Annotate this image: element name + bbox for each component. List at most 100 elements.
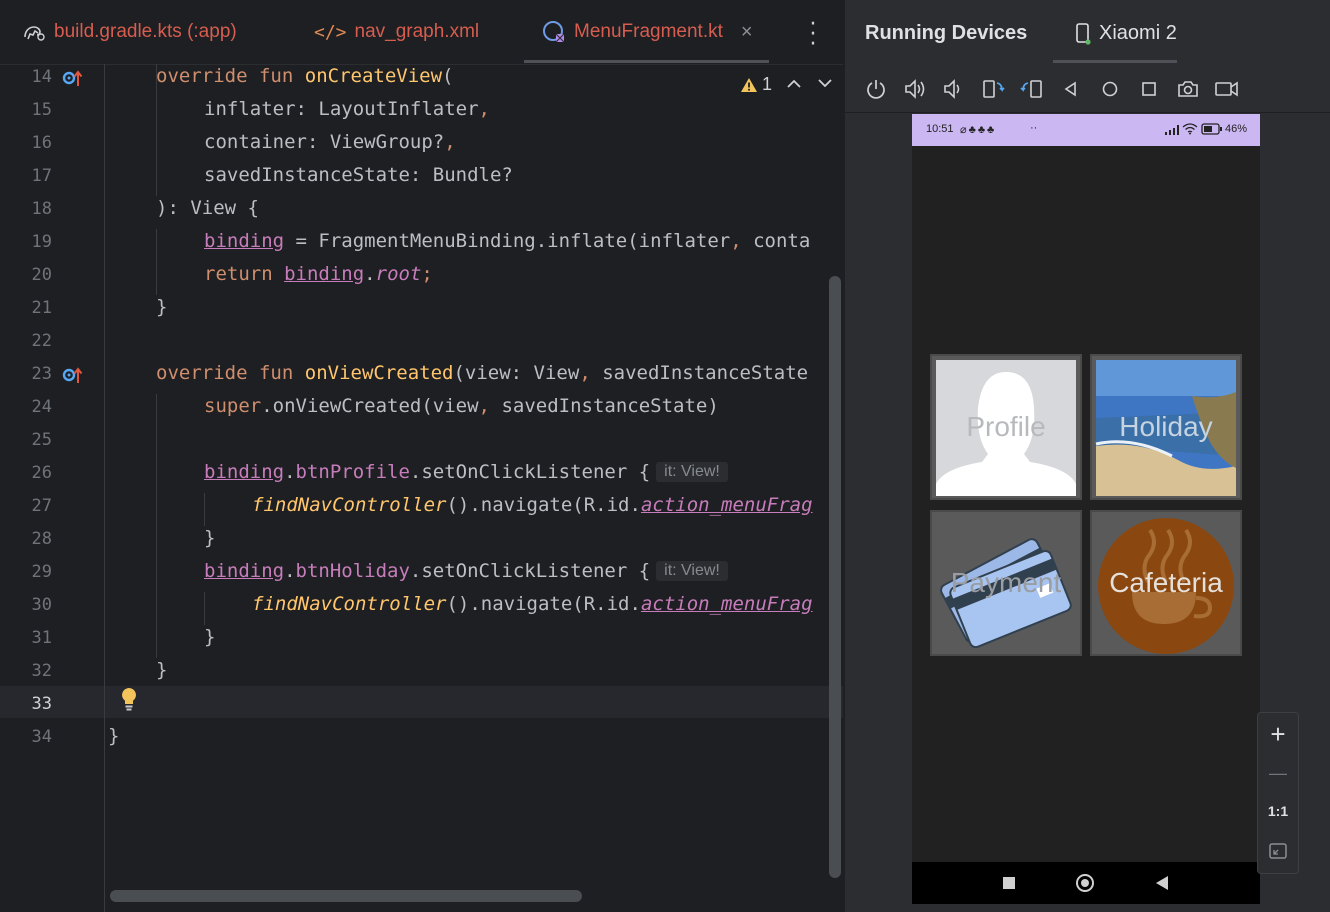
- close-icon[interactable]: ×: [741, 21, 753, 44]
- recents-icon[interactable]: [1003, 877, 1015, 889]
- screen-record-icon[interactable]: [1214, 76, 1240, 102]
- active-tab-indicator: [524, 60, 769, 63]
- line-number: 21: [31, 298, 52, 318]
- code-line-30: findNavController().navigate(R.id.action…: [252, 593, 813, 615]
- code-line-27: findNavController().navigate(R.id.action…: [252, 494, 813, 516]
- code-line-28: }: [204, 527, 216, 549]
- tab-device[interactable]: Xiaomi 2: [1075, 22, 1177, 45]
- fit-screen-icon[interactable]: [1258, 841, 1298, 866]
- code-line-19: binding = FragmentMenuBinding.inflate(in…: [204, 230, 811, 252]
- device-screen[interactable]: 10:51 ⌀♣♣♣ ·· 46% Profile Holiday Paymen…: [912, 114, 1260, 904]
- device-tab-label: Xiaomi 2: [1099, 22, 1177, 44]
- home-icon[interactable]: [1076, 874, 1094, 892]
- phone-icon: [1075, 22, 1091, 45]
- vertical-scrollbar[interactable]: [829, 276, 841, 878]
- panel-title: Running Devices: [865, 22, 1028, 44]
- line-number: 17: [31, 166, 52, 186]
- line-number: 14: [31, 67, 52, 87]
- line-number: 25: [31, 430, 52, 450]
- previous-highlight-icon[interactable]: [786, 74, 802, 93]
- back-icon[interactable]: [1058, 76, 1084, 102]
- override-marker-icon[interactable]: [62, 68, 84, 88]
- status-bar: 10:51 ⌀♣♣♣ ·· 46%: [912, 114, 1260, 146]
- zoom-in-button[interactable]: +: [1258, 719, 1298, 750]
- tab-label: nav_graph.xml: [354, 21, 480, 42]
- payment-button[interactable]: Payment: [930, 510, 1082, 656]
- tab-label: build.gradle.kts (:app): [54, 21, 237, 42]
- volume-up-icon[interactable]: [902, 76, 928, 102]
- intention-bulb-icon[interactable]: [118, 686, 140, 716]
- code-line-16: container: ViewGroup?,: [204, 131, 456, 153]
- home-icon[interactable]: [1097, 76, 1123, 102]
- code-area[interactable]: override fun onCreateView( inflater: Lay…: [104, 64, 829, 890]
- code-line-17: savedInstanceState: Bundle?: [204, 164, 513, 186]
- line-number: 20: [31, 265, 52, 285]
- active-tab-indicator: [1053, 60, 1177, 63]
- editor-tab-bar: build.gradle.kts (:app) </> nav_graph.xm…: [0, 0, 843, 65]
- line-number: 19: [31, 232, 52, 252]
- more-options-icon[interactable]: · · ·: [806, 14, 820, 56]
- code-line-20: return binding.root;: [204, 263, 433, 285]
- device-toolbar: [863, 76, 1240, 102]
- line-number: 18: [31, 199, 52, 219]
- notification-icons: ⌀♣♣♣: [960, 124, 997, 136]
- line-number: 28: [31, 529, 52, 549]
- code-line-26: binding.btnProfile.setOnClickListener {i…: [204, 456, 728, 489]
- kotlin-class-icon: [542, 20, 566, 44]
- holiday-button[interactable]: Holiday: [1090, 354, 1242, 500]
- tab-nav-graph[interactable]: </> nav_graph.xml: [314, 0, 479, 64]
- wifi-icon: [1182, 123, 1198, 138]
- indent-guide: [156, 229, 157, 295]
- signal-icon: [1164, 124, 1180, 139]
- tile-label: Payment: [950, 567, 1062, 598]
- power-icon[interactable]: [863, 76, 889, 102]
- code-line-23: override fun onViewCreated(view: View, s…: [156, 362, 809, 384]
- tile-label: Cafeteria: [1109, 567, 1223, 598]
- tab-build-gradle[interactable]: build.gradle.kts (:app): [22, 0, 237, 64]
- zoom-controls: + — 1:1: [1257, 712, 1299, 874]
- horizontal-scrollbar[interactable]: [110, 890, 582, 902]
- inspection-warnings[interactable]: 1: [740, 74, 772, 95]
- code-line-15: inflater: LayoutInflater,: [204, 98, 490, 120]
- code-line-34: }: [108, 725, 120, 747]
- xml-icon: </>: [314, 21, 347, 43]
- back-icon[interactable]: [1156, 876, 1168, 890]
- divider: [845, 112, 1330, 113]
- cafeteria-button[interactable]: Cafeteria: [1090, 510, 1242, 656]
- actual-size-button[interactable]: 1:1: [1258, 803, 1298, 819]
- rotate-right-icon[interactable]: [1019, 76, 1045, 102]
- status-time: 10:51: [926, 123, 954, 135]
- code-line-18: ): View {: [156, 197, 259, 219]
- line-number: 24: [31, 397, 52, 417]
- line-number: 15: [31, 100, 52, 120]
- warning-count: 1: [762, 74, 773, 94]
- line-number: 31: [31, 628, 52, 648]
- override-marker-icon[interactable]: [62, 365, 84, 385]
- code-editor: build.gradle.kts (:app) </> nav_graph.xm…: [0, 0, 843, 912]
- volume-down-icon[interactable]: [941, 76, 967, 102]
- screenshot-icon[interactable]: [1175, 76, 1201, 102]
- inlay-hint: it: View!: [656, 462, 728, 482]
- tab-menu-fragment[interactable]: MenuFragment.kt ×: [542, 0, 753, 64]
- code-line-14: override fun onCreateView(: [156, 65, 454, 87]
- running-devices-panel: Running Devices Xiaomi 2 10:51 ⌀♣♣♣ ·· 4…: [843, 0, 1330, 912]
- battery-percent: 46%: [1225, 123, 1248, 135]
- rotate-left-icon[interactable]: [980, 76, 1006, 102]
- tile-label: Holiday: [1119, 411, 1213, 442]
- zoom-out-button[interactable]: —: [1258, 763, 1298, 784]
- gradle-icon: [22, 21, 46, 43]
- overview-icon[interactable]: [1136, 76, 1162, 102]
- code-line-24: super.onViewCreated(view, savedInstanceS…: [204, 395, 719, 417]
- line-number: 27: [31, 496, 52, 516]
- code-line-21: }: [156, 296, 168, 318]
- line-number: 26: [31, 463, 52, 483]
- code-line-29: binding.btnHoliday.setOnClickListener {i…: [204, 555, 728, 588]
- line-number: 30: [31, 595, 52, 615]
- line-number: 16: [31, 133, 52, 153]
- profile-button[interactable]: Profile: [930, 354, 1082, 500]
- battery-icon: [1201, 123, 1223, 138]
- next-highlight-icon[interactable]: [817, 74, 833, 93]
- warning-icon: [740, 77, 758, 93]
- current-line-number: 33: [31, 694, 52, 714]
- tab-label: MenuFragment.kt: [574, 21, 723, 42]
